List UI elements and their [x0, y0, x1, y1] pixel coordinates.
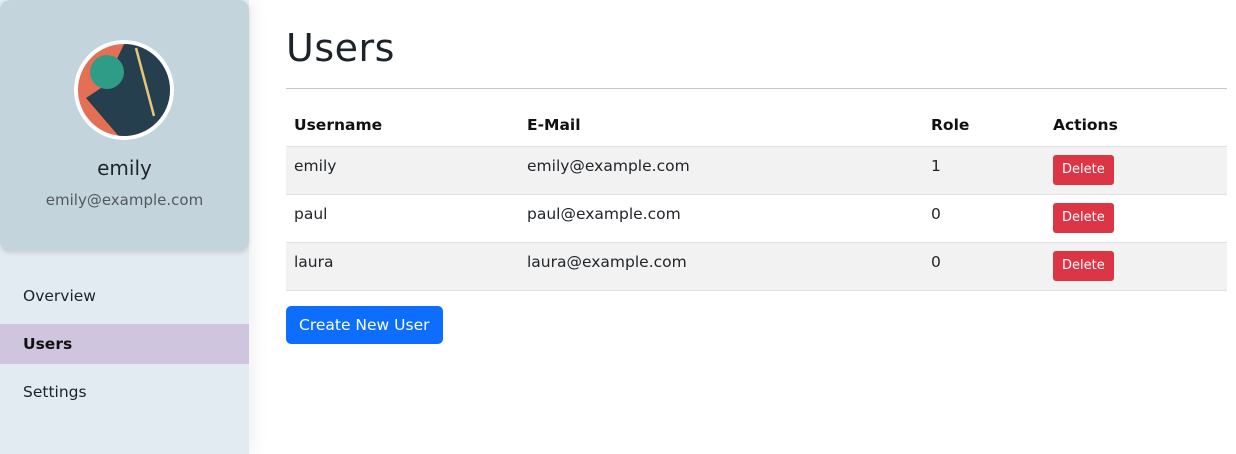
sidebar-item-overview[interactable]: Overview — [0, 276, 249, 316]
table-row: laura laura@example.com 0 Delete — [286, 242, 1227, 291]
cell-email: paul@example.com — [519, 194, 923, 243]
cell-username: laura — [286, 242, 519, 291]
users-table: Username E-Mail Role Actions emily emily… — [286, 105, 1227, 291]
title-divider — [286, 88, 1227, 89]
page-title: Users — [286, 26, 395, 70]
cell-role: 0 — [923, 194, 1045, 243]
delete-button[interactable]: Delete — [1053, 250, 1114, 281]
cell-username: paul — [286, 194, 519, 243]
avatar[interactable] — [74, 40, 174, 140]
column-header-actions: Actions — [1045, 105, 1227, 147]
table-row: emily emily@example.com 1 Delete — [286, 146, 1227, 195]
cell-actions: Delete — [1045, 194, 1227, 243]
sidebar-item-settings[interactable]: Settings — [0, 372, 249, 412]
cell-actions: Delete — [1045, 146, 1227, 195]
column-header-email: E-Mail — [519, 105, 923, 147]
cell-actions: Delete — [1045, 242, 1227, 291]
delete-button[interactable]: Delete — [1053, 154, 1114, 185]
delete-button[interactable]: Delete — [1053, 202, 1114, 233]
table-row: paul paul@example.com 0 Delete — [286, 194, 1227, 243]
column-header-role: Role — [923, 105, 1045, 147]
profile-card: emily emily@example.com — [0, 0, 249, 251]
cell-username: emily — [286, 146, 519, 195]
profile-email: emily@example.com — [45, 191, 204, 209]
cell-role: 1 — [923, 146, 1045, 195]
table-header-row: Username E-Mail Role Actions — [286, 105, 1227, 147]
cell-email: laura@example.com — [519, 242, 923, 291]
cell-email: emily@example.com — [519, 146, 923, 195]
sidebar: emily emily@example.com Overview Users S… — [0, 0, 249, 454]
create-new-user-button[interactable]: Create New User — [286, 306, 443, 344]
column-header-username: Username — [286, 105, 519, 147]
sidebar-item-users[interactable]: Users — [0, 324, 249, 364]
profile-name: emily — [97, 156, 152, 180]
cell-role: 0 — [923, 242, 1045, 291]
